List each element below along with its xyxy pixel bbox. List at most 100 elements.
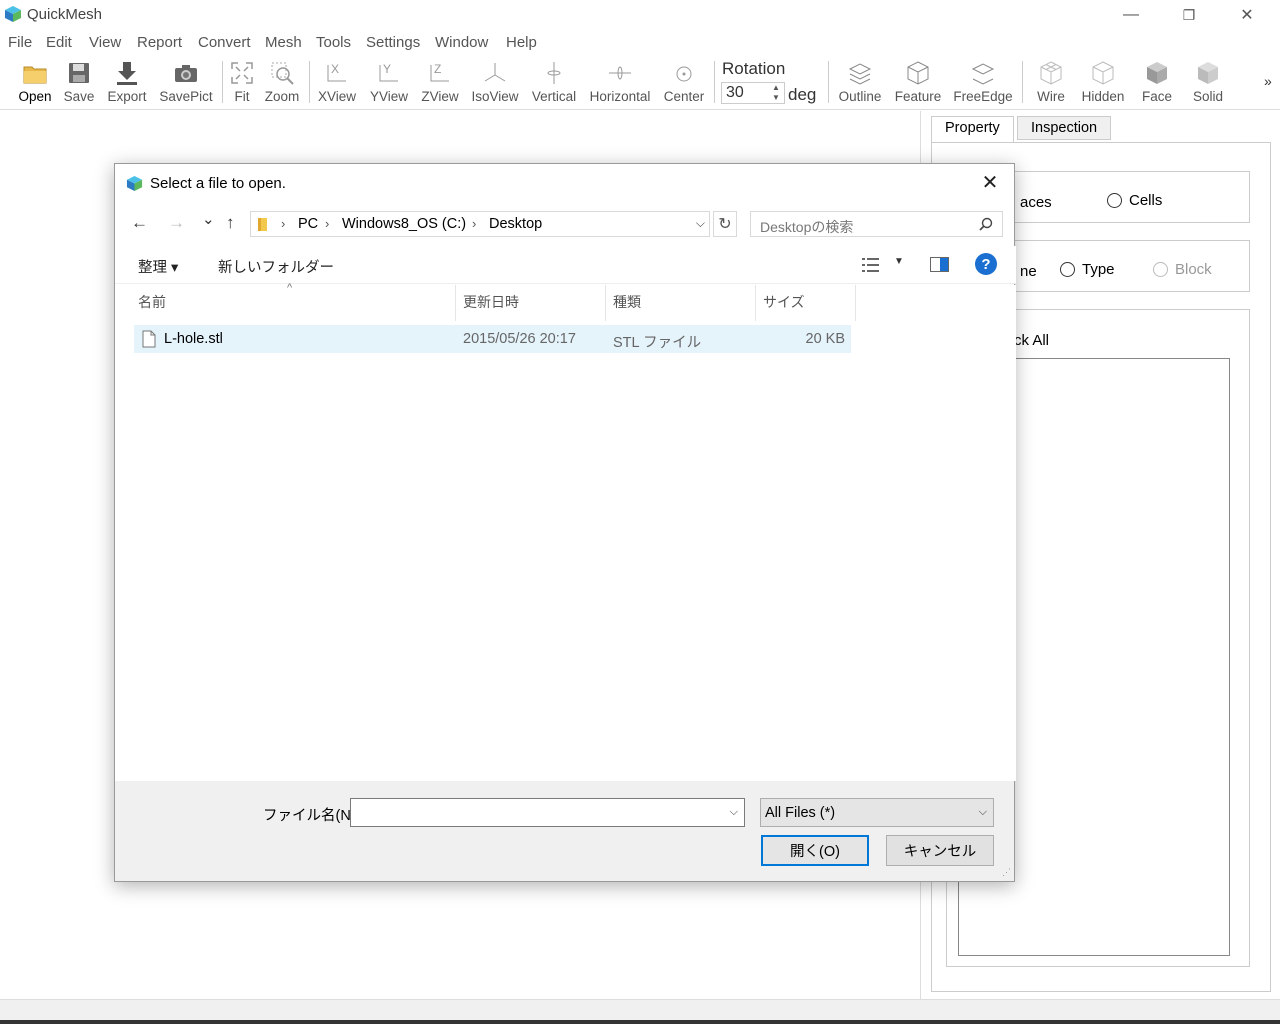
dialog-close-button[interactable]: ✕ [972,168,1008,196]
feature-cube-icon [907,61,929,85]
faces-radio-label-partial: aces [1020,194,1052,211]
face-tool-button[interactable]: Face [1139,59,1175,107]
refresh-button[interactable]: ↻ [713,211,737,237]
toolbar-overflow-button[interactable]: » [1264,73,1272,89]
file-row[interactable]: L-hole.stl 2015/05/26 20:17 STL ファイル 20 … [134,325,851,353]
column-header-size[interactable]: サイズ [763,292,805,322]
savepict-tool-button[interactable]: SavePict [159,59,213,107]
column-divider[interactable] [855,285,856,321]
spin-arrows-icon[interactable]: ▲ ▼ [768,83,784,103]
free-edge-icon [971,63,995,85]
toolbar: Open Save Export SavePict Fit Zoom X XVi… [0,55,1280,110]
menu-settings[interactable]: Settings [366,34,420,51]
column-header-modified[interactable]: 更新日時 [463,292,519,322]
vertical-tool-button[interactable]: Vertical [530,59,578,107]
radio-icon [1153,262,1168,277]
file-list[interactable]: ^ 名前 更新日時 種類 サイズ L-hole.stl 2015/05/26 2… [115,282,1016,781]
search-icon [979,217,993,231]
menu-convert[interactable]: Convert [198,34,251,51]
app-logo-icon [126,175,143,192]
freeedge-tool-button[interactable]: FreeEdge [953,59,1013,107]
xview-tool-button[interactable]: X XView [318,59,356,107]
cancel-button[interactable]: キャンセル [886,835,994,866]
menu-report[interactable]: Report [137,34,182,51]
menu-file[interactable]: File [8,34,32,51]
cells-radio[interactable]: Cells [1107,192,1162,209]
outline-tool-button[interactable]: Outline [838,59,882,107]
file-type: STL ファイル [613,335,702,351]
preview-pane-icon[interactable] [930,257,949,272]
camera-icon [175,65,197,82]
shaded-face-cube-icon [1147,62,1167,84]
rotation-unit-label: deg [788,85,817,104]
open-button[interactable]: 開く(O) [761,835,869,866]
dialog-footer: ファイル名(N): ⌵ All Files (*) ⌵ 開く(O) キャンセル … [115,781,1014,881]
toolbar-separator [309,61,310,103]
search-input[interactable]: Desktopの検索 [750,211,1003,237]
isoview-tool-button[interactable]: IsoView [471,59,519,107]
column-header-type[interactable]: 種類 [613,292,641,322]
filename-combobox[interactable]: ⌵ [350,798,745,827]
address-bar[interactable]: › PC › Windows8_OS (C:) › Desktop ⌵ [250,211,710,237]
fit-tool-button[interactable]: Fit [229,59,255,107]
download-arrow-icon [117,62,137,85]
solid-tool-button[interactable]: Solid [1190,59,1226,107]
menu-view[interactable]: View [89,34,121,51]
close-button[interactable]: ✕ [1224,0,1270,30]
yview-tool-button[interactable]: Y YView [369,59,409,107]
feature-tool-button[interactable]: Feature [893,59,943,107]
up-folder-button[interactable]: ↑ [226,213,235,233]
center-tool-button[interactable]: Center [662,59,706,107]
chevron-down-icon[interactable]: ⌵ [730,806,738,819]
new-folder-button[interactable]: 新しいフォルダー [218,256,334,277]
vertical-rotate-icon [547,62,561,84]
column-header-name[interactable]: 名前 [138,292,166,322]
hidden-tool-button[interactable]: Hidden [1080,59,1126,107]
toolbar-separator [828,61,829,103]
menu-mesh[interactable]: Mesh [265,34,302,51]
menu-edit[interactable]: Edit [46,34,72,51]
menu-window[interactable]: Window [435,34,488,51]
filetype-select[interactable]: All Files (*) ⌵ [760,798,994,827]
caret-down-icon[interactable]: ▼ [894,256,904,267]
breadcrumb-pc[interactable]: PC [298,216,318,232]
organize-menu-button[interactable]: 整理 ▾ [138,256,178,277]
view-details-icon[interactable] [862,257,880,273]
menu-tools[interactable]: Tools [316,34,351,51]
svg-text:X: X [331,62,339,76]
type-radio[interactable]: Type [1060,261,1115,278]
zview-tool-button[interactable]: Z ZView [421,59,459,107]
wireframe-cube-icon [1040,61,1062,85]
recent-locations-button[interactable]: ⌄ [202,210,215,228]
chevron-down-icon[interactable]: ⌵ [696,216,705,231]
menu-help[interactable]: Help [506,34,537,51]
toolbar-separator [222,61,223,103]
check-all-label-partial[interactable]: ck All [1014,332,1049,349]
column-divider[interactable] [755,285,756,321]
back-button[interactable]: ← [131,213,148,233]
export-tool-button[interactable]: Export [106,59,148,107]
restore-button[interactable]: ❐ [1166,0,1212,30]
column-divider[interactable] [605,285,606,321]
save-tool-button[interactable]: Save [62,59,96,107]
file-modified: 2015/05/26 20:17 [463,331,576,347]
zoom-tool-button[interactable]: Zoom [264,59,300,107]
folder-icon [23,66,47,84]
tab-inspection[interactable]: Inspection [1017,116,1112,140]
minimize-button[interactable]: — [1108,0,1154,30]
tab-property[interactable]: Property [931,116,1014,142]
open-tool-button[interactable]: Open [17,59,53,107]
resize-grip-icon[interactable]: ⋰ [1002,867,1011,878]
dialog-title: Select a file to open. [150,175,286,192]
filename-label: ファイル名(N): [263,808,360,824]
column-divider[interactable] [455,285,456,321]
help-icon[interactable]: ? [975,253,997,275]
breadcrumb-desktop[interactable]: Desktop [489,216,542,232]
zoom-magnifier-icon [271,62,294,85]
horizontal-tool-button[interactable]: Horizontal [589,59,651,107]
breadcrumb-drive[interactable]: Windows8_OS (C:) [342,216,466,232]
horizontal-rotate-icon [609,66,631,80]
wire-tool-button[interactable]: Wire [1033,59,1069,107]
svg-text:Y: Y [383,62,391,76]
folder-icon [258,218,267,231]
